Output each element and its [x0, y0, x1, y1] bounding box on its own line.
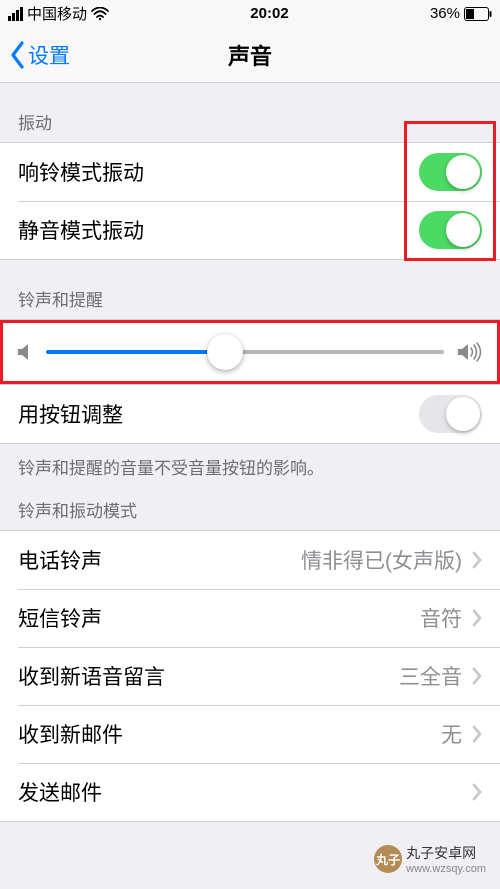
pattern-cell[interactable]: 电话铃声 情非得已(女声版) [0, 531, 500, 589]
volume-slider[interactable] [46, 350, 444, 354]
ring-vibrate-cell: 响铃模式振动 [0, 143, 500, 201]
status-bar: 中国移动 20:02 36% [0, 0, 500, 27]
silent-vibrate-cell: 静音模式振动 [0, 201, 500, 259]
pattern-label: 发送邮件 [18, 777, 102, 807]
watermark-name: 丸子安卓网 [406, 843, 486, 863]
section-header-ringer: 铃声和提醒 [0, 260, 500, 319]
chevron-left-icon [10, 41, 24, 69]
section-header-patterns: 铃声和振动模式 [0, 479, 500, 530]
signal-icon [8, 7, 23, 21]
pattern-detail [462, 783, 482, 801]
pattern-detail: 音符 [420, 603, 482, 633]
battery-icon [464, 7, 492, 21]
pattern-label: 收到新邮件 [18, 719, 123, 749]
pattern-cell[interactable]: 收到新语音留言 三全音 [0, 647, 500, 705]
pattern-label: 短信铃声 [18, 603, 102, 633]
wifi-icon [91, 7, 109, 21]
chevron-right-icon [472, 609, 482, 627]
volume-high-icon [458, 342, 482, 362]
back-label: 设置 [28, 40, 70, 70]
button-adjust-cell: 用按钮调整 [0, 385, 500, 443]
pattern-detail: 情非得已(女声版) [301, 545, 482, 575]
chevron-right-icon [472, 783, 482, 801]
volume-slider-cell [0, 319, 500, 385]
section-header-vibrate: 振动 [0, 83, 500, 142]
nav-bar: 设置 声音 [0, 27, 500, 83]
pattern-cell[interactable]: 发送邮件 [0, 763, 500, 821]
back-button[interactable]: 设置 [0, 40, 70, 70]
button-adjust-switch[interactable] [419, 395, 482, 433]
pattern-detail: 三全音 [399, 661, 482, 691]
chevron-right-icon [472, 725, 482, 743]
chevron-right-icon [472, 667, 482, 685]
battery-percent: 36% [430, 5, 460, 22]
button-adjust-label: 用按钮调整 [18, 399, 123, 429]
silent-vibrate-label: 静音模式振动 [18, 215, 144, 245]
silent-vibrate-switch[interactable] [419, 211, 482, 249]
carrier-label: 中国移动 [27, 3, 87, 24]
pattern-detail: 无 [441, 719, 482, 749]
pattern-cell[interactable]: 短信铃声 音符 [0, 589, 500, 647]
ringer-footer: 铃声和提醒的音量不受音量按钮的影响。 [0, 444, 500, 479]
ring-vibrate-label: 响铃模式振动 [18, 157, 144, 187]
watermark-url: www.wzsqy.com [406, 863, 486, 875]
pattern-cell[interactable]: 收到新邮件 无 [0, 705, 500, 763]
chevron-right-icon [472, 551, 482, 569]
pattern-label: 收到新语音留言 [18, 661, 165, 691]
pattern-label: 电话铃声 [18, 545, 102, 575]
watermark: 丸子 丸子安卓网 www.wzsqy.com [374, 843, 486, 875]
status-time: 20:02 [250, 5, 288, 22]
volume-low-icon [18, 343, 32, 361]
page-title: 声音 [0, 39, 500, 71]
ring-vibrate-switch[interactable] [419, 153, 482, 191]
watermark-logo-icon: 丸子 [374, 845, 402, 873]
